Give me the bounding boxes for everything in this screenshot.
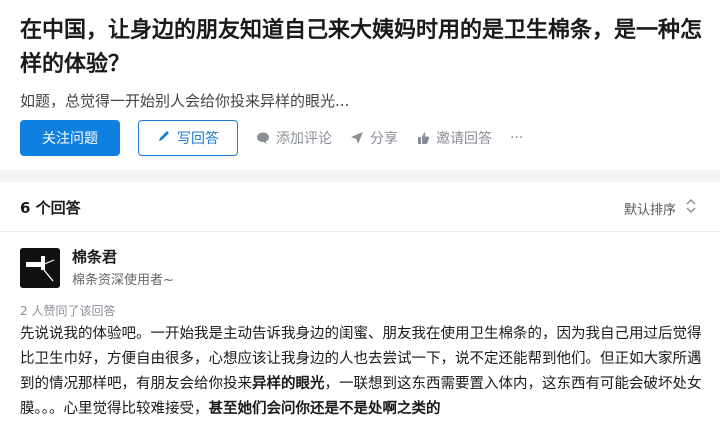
- paper-plane-icon: [350, 131, 364, 145]
- question-detail[interactable]: 如题，总觉得一开始别人会给你投来异样的眼光...: [20, 90, 349, 112]
- follow-question-button[interactable]: 关注问题: [20, 120, 120, 156]
- share-label: 分享: [370, 131, 398, 147]
- answer-content: 先说说我的体验吧。一开始我是主动告诉我身边的闺蜜、朋友我在使用卫生棉条的，因为我…: [20, 322, 705, 422]
- sort-dropdown[interactable]: 默认排序: [624, 198, 696, 218]
- write-answer-button[interactable]: 写回答: [138, 120, 238, 156]
- answers-header: 6 个回答 默认排序: [0, 182, 720, 232]
- share-button[interactable]: 分享: [350, 120, 398, 156]
- author-bio: 棉条资深使用者~: [72, 273, 174, 288]
- vote-count: 2 人赞同了该回答: [20, 304, 116, 318]
- add-comment-button[interactable]: 添加评论: [256, 120, 332, 156]
- up-down-chevron-icon: [686, 198, 696, 218]
- answer-text-bold: 异样的眼光: [252, 376, 325, 392]
- pencil-icon: [157, 129, 171, 147]
- sort-label: 默认排序: [623, 202, 676, 218]
- question-title[interactable]: 在中国，让身边的朋友知道自己来大姨妈时用的是卫生棉条，是一种怎样的体验？: [20, 14, 710, 82]
- speech-bubble-icon: [256, 131, 270, 145]
- invite-answer-label: 邀请回答: [436, 131, 492, 147]
- section-divider: [0, 170, 720, 182]
- invite-answer-button[interactable]: 邀请回答: [416, 120, 492, 156]
- hand-icon: [416, 131, 430, 145]
- author-name[interactable]: 棉条君: [72, 246, 117, 267]
- more-options-button[interactable]: ···: [510, 120, 523, 156]
- question-header: 在中国，让身边的朋友知道自己来大姨妈时用的是卫生棉条，是一种怎样的体验？ 如题，…: [0, 0, 720, 170]
- write-answer-label: 写回答: [177, 131, 219, 147]
- answers-count: 6 个回答: [20, 199, 81, 217]
- question-actions: 关注问题 写回答 添加评论 分享 邀请回答 ···: [20, 120, 523, 156]
- avatar[interactable]: [20, 248, 60, 288]
- answer-text-bold: 甚至她们会问你还是不是处啊之类的: [208, 401, 441, 417]
- add-comment-label: 添加评论: [276, 131, 332, 147]
